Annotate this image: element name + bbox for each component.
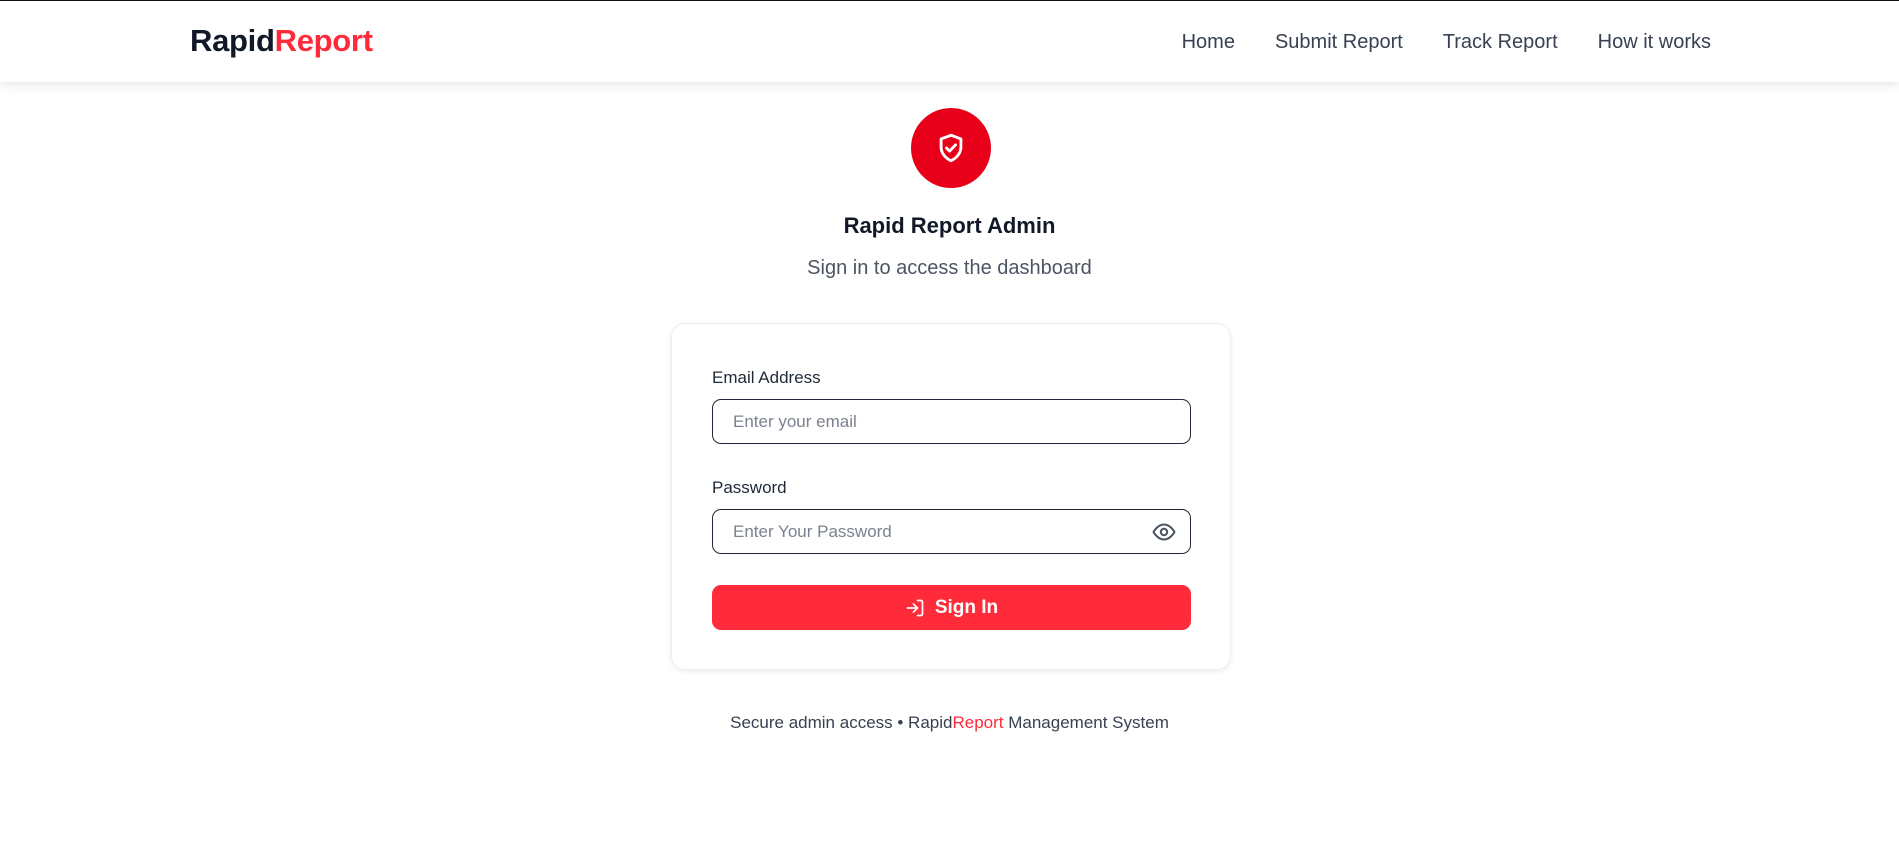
footer-prefix: Secure admin access • Rapid <box>730 713 953 732</box>
toggle-password-visibility[interactable] <box>1152 521 1176 543</box>
log-in-icon <box>906 599 924 616</box>
email-label: Email Address <box>712 368 821 387</box>
footer-note: Secure admin access • RapidReport Manage… <box>0 711 1899 735</box>
footer-brand-red: Report <box>952 713 1004 732</box>
page: RapidReport Home Submit Report Track Rep… <box>0 0 1899 856</box>
nav-link-track-report[interactable]: Track Report <box>1443 30 1558 54</box>
sign-in-button[interactable]: Sign In <box>712 585 1191 630</box>
nav-link-how-it-works[interactable]: How it works <box>1598 30 1711 54</box>
password-label: Password <box>712 478 787 497</box>
login-card: Email Address Password Sign In <box>671 323 1231 670</box>
nav-link-submit-report[interactable]: Submit Report <box>1275 30 1403 54</box>
top-navbar: RapidReport Home Submit Report Track Rep… <box>0 1 1899 82</box>
password-input-wrapper <box>712 509 1191 554</box>
password-input[interactable] <box>713 510 1190 553</box>
nav-link-home[interactable]: Home <box>1182 30 1235 54</box>
sign-in-label: Sign In <box>934 596 999 618</box>
page-title: Rapid Report Admin <box>843 213 1056 238</box>
brand-logo[interactable]: RapidReport <box>190 21 373 61</box>
brand-logo-part-report: Report <box>274 23 373 58</box>
email-input-wrapper <box>712 399 1191 444</box>
eye-icon <box>1152 523 1176 541</box>
admin-shield-badge <box>911 108 991 188</box>
shield-check-icon <box>939 133 963 163</box>
brand-logo-part-rapid: Rapid <box>190 23 275 58</box>
footer-suffix: Management System <box>1003 713 1169 732</box>
main-nav: Home Submit Report Track Report How it w… <box>1182 1 1711 82</box>
page-subtitle: Sign in to access the dashboard <box>807 257 1092 279</box>
email-input[interactable] <box>713 400 1190 443</box>
